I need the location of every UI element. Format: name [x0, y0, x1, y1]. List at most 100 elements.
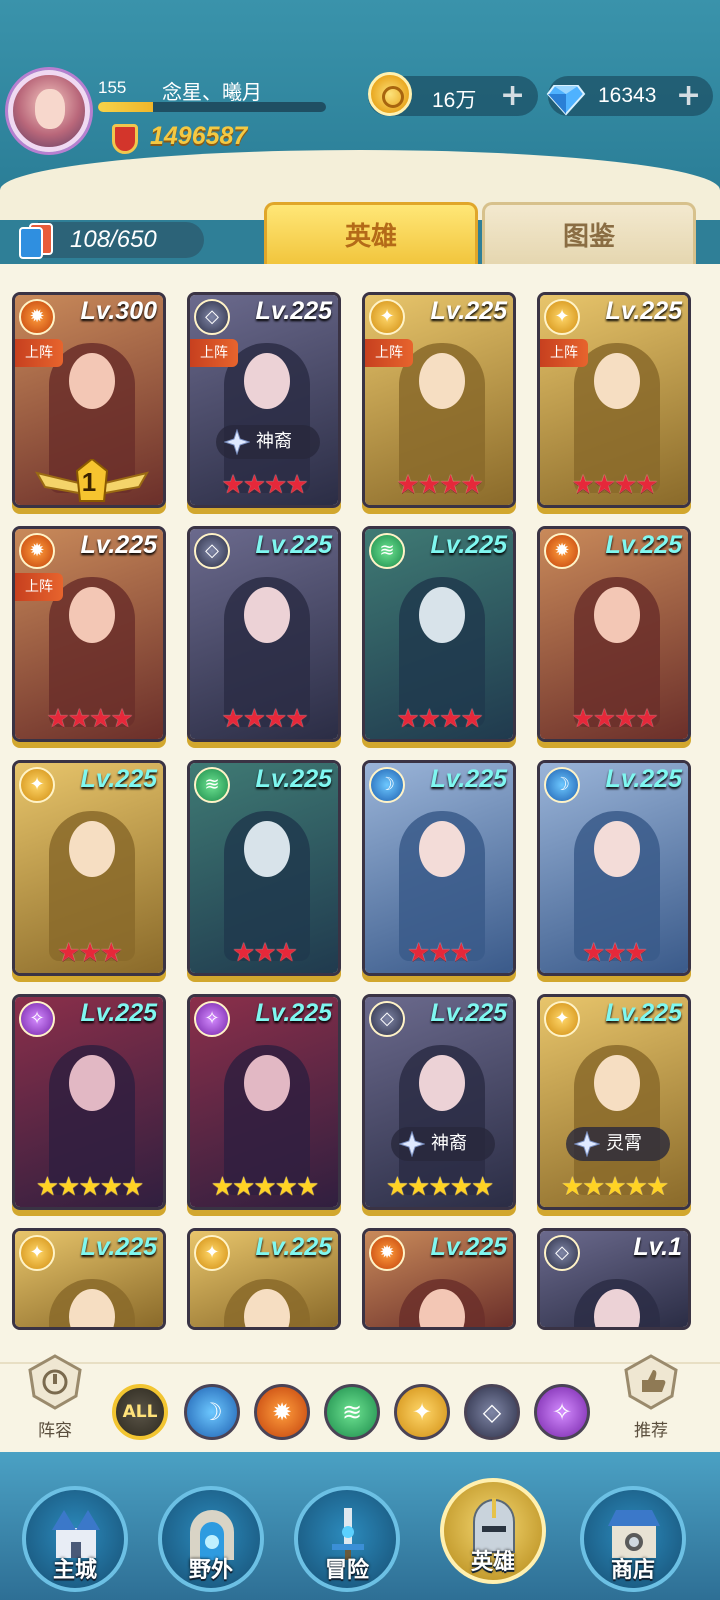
- hero-card[interactable]: ✹ Lv.225: [362, 1228, 516, 1330]
- hero-level: Lv.225: [80, 765, 157, 793]
- hero-level: Lv.225: [255, 1233, 332, 1261]
- hero-level: Lv.225: [605, 765, 682, 793]
- hero-card[interactable]: ◇ Lv.1: [537, 1228, 691, 1330]
- star-icon: ★: [110, 704, 133, 734]
- light-faction-icon: ✦: [19, 767, 55, 803]
- hero-card[interactable]: ☽ Lv.225 ★★★: [362, 760, 516, 976]
- hero-level: Lv.225: [80, 531, 157, 559]
- star-icon: ★: [449, 1172, 473, 1202]
- hero-card[interactable]: ◇ Lv.225 神裔 ★★★★★: [362, 994, 516, 1210]
- filter-fire-icon[interactable]: ✹: [254, 1384, 310, 1440]
- hero-card[interactable]: ✦ Lv.225 灵霄 ★★★★★: [537, 994, 691, 1210]
- nav-shop[interactable]: 商店: [580, 1486, 686, 1592]
- hero-face: [244, 1055, 290, 1111]
- tab-catalog[interactable]: 图鉴: [482, 202, 696, 266]
- arcane-faction-icon: ✧: [194, 1001, 230, 1037]
- hero-level: Lv.225: [430, 765, 507, 793]
- star-icon: ★: [592, 704, 616, 734]
- star-icon: ★: [645, 1172, 669, 1202]
- hero-level: Lv.225: [80, 1233, 157, 1261]
- gold-value: 16万: [432, 89, 477, 112]
- water-faction-icon: ☽: [369, 767, 405, 803]
- gem-value: 16343: [598, 84, 657, 107]
- add-gems-button[interactable]: +: [676, 78, 701, 114]
- lineup-label: 阵容: [38, 1421, 72, 1441]
- fire-faction-icon: ✹: [19, 533, 55, 569]
- filter-water-icon[interactable]: ☽: [184, 1384, 240, 1440]
- hero-card[interactable]: ✦ Lv.225 ★★★: [12, 760, 166, 976]
- nav-sword[interactable]: 冒险: [294, 1486, 400, 1592]
- hero-face: [244, 353, 290, 409]
- player-name: 念星、曦月: [162, 80, 262, 104]
- star-icon: ★: [264, 704, 287, 734]
- star-icon: ★: [428, 938, 451, 968]
- hero-card[interactable]: ✦ Lv.225: [12, 1228, 166, 1330]
- filter-wind-icon[interactable]: ≋: [324, 1384, 380, 1440]
- hero-card[interactable]: ✦ Lv.225 上阵 ★★★★: [537, 292, 691, 508]
- nav-label: 冒险: [324, 1558, 369, 1583]
- recommend-label: 推荐: [634, 1421, 668, 1441]
- star-icon: ★: [592, 470, 616, 500]
- gold-coin-icon: [368, 72, 412, 116]
- light-faction-icon: ✦: [19, 1235, 55, 1271]
- hero-level: Lv.225: [255, 999, 332, 1027]
- star-icon: ★: [470, 1172, 494, 1202]
- hero-stars: ★★★★★: [365, 1173, 513, 1201]
- hero-face: [244, 821, 290, 877]
- player-avatar[interactable]: [8, 70, 90, 152]
- hero-card[interactable]: ✦ Lv.225: [187, 1228, 341, 1330]
- star-icon: ★: [35, 1172, 59, 1202]
- hero-face: [419, 587, 465, 643]
- hero-tag: 神裔: [391, 1127, 495, 1161]
- filter-light-icon[interactable]: ✦: [394, 1384, 450, 1440]
- star-icon: ★: [274, 1172, 298, 1202]
- star-icon: ★: [78, 1172, 101, 1202]
- hero-stars: ★★★: [365, 939, 513, 967]
- hero-level: Lv.225: [430, 531, 507, 559]
- light-faction-icon: ✦: [544, 299, 580, 335]
- nav-helmet[interactable]: 英雄: [440, 1478, 546, 1584]
- star-icon: ★: [242, 704, 266, 734]
- hero-card[interactable]: ✹ Lv.225 上阵 ★★★★: [12, 526, 166, 742]
- hero-card[interactable]: ≋ Lv.225 ★★★: [187, 760, 341, 976]
- hero-face: [69, 587, 115, 643]
- star-icon: ★: [120, 1172, 144, 1202]
- recommend-button[interactable]: 推荐: [618, 1352, 684, 1441]
- hero-face: [244, 587, 290, 643]
- lineup-button[interactable]: 阵容: [22, 1352, 88, 1441]
- star-icon: ★: [603, 1172, 626, 1202]
- filter-all-button[interactable]: ALL: [112, 1384, 168, 1440]
- tag-emblem-icon: [399, 1131, 425, 1157]
- hero-card[interactable]: ≋ Lv.225 ★★★★: [362, 526, 516, 742]
- tab-heroes[interactable]: 英雄: [264, 202, 478, 266]
- hero-level: Lv.225: [605, 531, 682, 559]
- hero-card[interactable]: ◇ Lv.225 上阵 神裔 ★★★★: [187, 292, 341, 508]
- filter-void-icon[interactable]: ◇: [464, 1384, 520, 1440]
- tag-emblem-icon: [224, 429, 250, 455]
- star-icon: ★: [614, 470, 637, 500]
- star-icon: ★: [242, 470, 266, 500]
- hero-tag: 灵霄: [566, 1127, 670, 1161]
- star-icon: ★: [221, 704, 244, 734]
- hero-card[interactable]: ✧ Lv.225 ★★★★★: [187, 994, 341, 1210]
- hero-card[interactable]: ✧ Lv.225 ★★★★★: [12, 994, 166, 1210]
- hero-card[interactable]: ✹ Lv.225 ★★★★: [537, 526, 691, 742]
- nav-portal[interactable]: 野外: [158, 1486, 264, 1592]
- star-icon: ★: [232, 1172, 255, 1202]
- hero-card[interactable]: ✦ Lv.225 上阵 ★★★★: [362, 292, 516, 508]
- star-icon: ★: [253, 938, 276, 968]
- hero-card[interactable]: ☽ Lv.225 ★★★: [537, 760, 691, 976]
- hero-stars: ★★★★: [365, 705, 513, 733]
- hero-level: Lv.225: [430, 999, 507, 1027]
- hero-stars: ★★★★: [190, 471, 338, 499]
- filter-arcane-icon[interactable]: ✧: [534, 1384, 590, 1440]
- star-icon: ★: [78, 938, 101, 968]
- rank-number: 1: [81, 467, 97, 497]
- nav-castle[interactable]: 主城: [22, 1486, 128, 1592]
- add-gold-button[interactable]: +: [500, 78, 525, 114]
- star-icon: ★: [460, 704, 483, 734]
- hero-card[interactable]: ◇ Lv.225 ★★★★: [187, 526, 341, 742]
- hero-stars: ★★★★: [15, 705, 163, 733]
- hero-card[interactable]: ✹ Lv.300 上阵 1: [12, 292, 166, 508]
- cards-icon: [19, 223, 53, 259]
